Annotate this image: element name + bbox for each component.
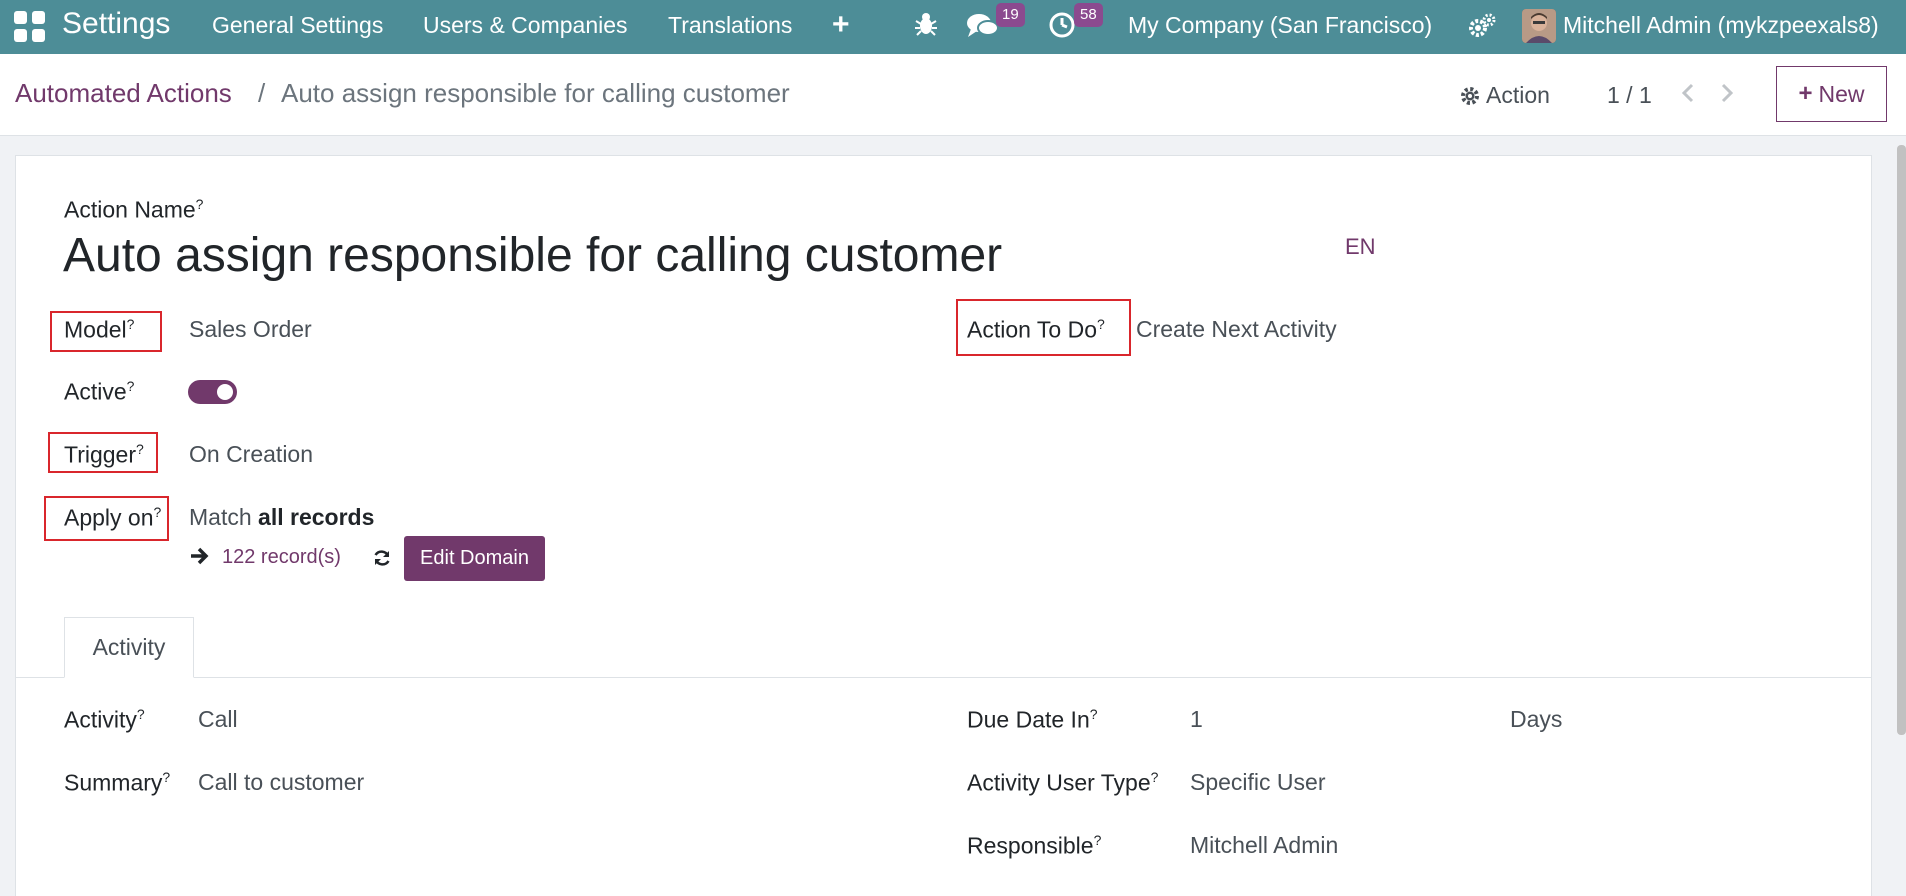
responsible-field[interactable]: Mitchell Admin bbox=[1190, 832, 1338, 859]
trigger-label: Trigger? bbox=[64, 441, 144, 468]
activity-field[interactable]: Call bbox=[198, 706, 238, 733]
page-scrollbar[interactable] bbox=[1897, 145, 1906, 735]
model-field[interactable]: Sales Order bbox=[189, 316, 312, 343]
action-to-do-label: Action To Do? bbox=[967, 316, 1105, 343]
summary-label: Summary? bbox=[64, 769, 171, 796]
top-navbar: Settings General Settings Users & Compan… bbox=[0, 0, 1906, 54]
new-record-button[interactable]: + New bbox=[1776, 66, 1887, 122]
action-to-do-field[interactable]: Create Next Activity bbox=[1136, 316, 1337, 343]
apply-on-label: Apply on? bbox=[64, 504, 162, 531]
pager-value[interactable]: 1 / 1 bbox=[1607, 82, 1652, 109]
due-date-label: Due Date In? bbox=[967, 706, 1098, 733]
pager-next-icon[interactable] bbox=[1719, 80, 1735, 113]
breadcrumb-parent-link[interactable]: Automated Actions bbox=[15, 78, 232, 109]
menu-users-companies[interactable]: Users & Companies bbox=[423, 12, 628, 39]
pager-previous-icon[interactable] bbox=[1680, 80, 1696, 113]
due-date-unit-field[interactable]: Days bbox=[1510, 706, 1562, 733]
app-brand[interactable]: Settings bbox=[62, 7, 170, 41]
action-menu-button[interactable]: Action bbox=[1460, 82, 1550, 109]
activities-badge: 58 bbox=[1074, 3, 1103, 27]
activity-label: Activity? bbox=[64, 706, 145, 733]
responsible-label: Responsible? bbox=[967, 832, 1102, 859]
gear-icon bbox=[1461, 86, 1479, 105]
trigger-field[interactable]: On Creation bbox=[189, 441, 313, 468]
action-name-input[interactable]: Auto assign responsible for calling cust… bbox=[63, 228, 1002, 283]
user-avatar[interactable] bbox=[1522, 9, 1556, 43]
gears-icon[interactable] bbox=[1468, 13, 1496, 45]
menu-translations[interactable]: Translations bbox=[668, 12, 792, 39]
tabs-divider bbox=[15, 677, 1872, 678]
control-panel: Automated Actions / Auto assign responsi… bbox=[0, 54, 1906, 136]
messages-badge: 19 bbox=[996, 3, 1025, 27]
plus-icon[interactable]: + bbox=[832, 8, 850, 42]
company-switcher[interactable]: My Company (San Francisco) bbox=[1128, 12, 1432, 39]
activity-user-type-label: Activity User Type? bbox=[967, 769, 1159, 796]
messages-icon[interactable] bbox=[966, 11, 1000, 47]
menu-general-settings[interactable]: General Settings bbox=[212, 12, 383, 39]
due-date-field[interactable]: 1 bbox=[1190, 706, 1203, 733]
breadcrumb-separator: / bbox=[258, 78, 266, 108]
arrow-right-icon bbox=[189, 545, 211, 573]
refresh-icon[interactable] bbox=[372, 547, 392, 574]
breadcrumb-current: Auto assign responsible for calling cust… bbox=[281, 78, 790, 108]
active-label: Active? bbox=[64, 378, 135, 405]
plus-icon: + bbox=[1798, 80, 1813, 107]
active-toggle[interactable] bbox=[188, 380, 237, 404]
language-button[interactable]: EN bbox=[1345, 234, 1376, 260]
model-label: Model? bbox=[64, 316, 135, 343]
action-menu-label: Action bbox=[1486, 82, 1550, 108]
activity-user-type-field[interactable]: Specific User bbox=[1190, 769, 1325, 796]
action-name-label: Action Name? bbox=[64, 196, 204, 223]
apps-menu-icon[interactable] bbox=[14, 11, 46, 43]
domain-records-link[interactable]: 122 record(s) bbox=[222, 546, 341, 569]
apply-on-domain: Match all records bbox=[189, 504, 375, 530]
summary-field[interactable]: Call to customer bbox=[198, 769, 364, 796]
tab-activity[interactable]: Activity bbox=[64, 617, 194, 678]
user-menu[interactable]: Mitchell Admin (mykzpeexals8) bbox=[1563, 12, 1879, 39]
bug-icon[interactable] bbox=[913, 11, 939, 43]
edit-domain-button[interactable]: Edit Domain bbox=[404, 536, 545, 581]
new-button-label: New bbox=[1818, 80, 1865, 107]
clock-icon[interactable] bbox=[1048, 11, 1076, 45]
